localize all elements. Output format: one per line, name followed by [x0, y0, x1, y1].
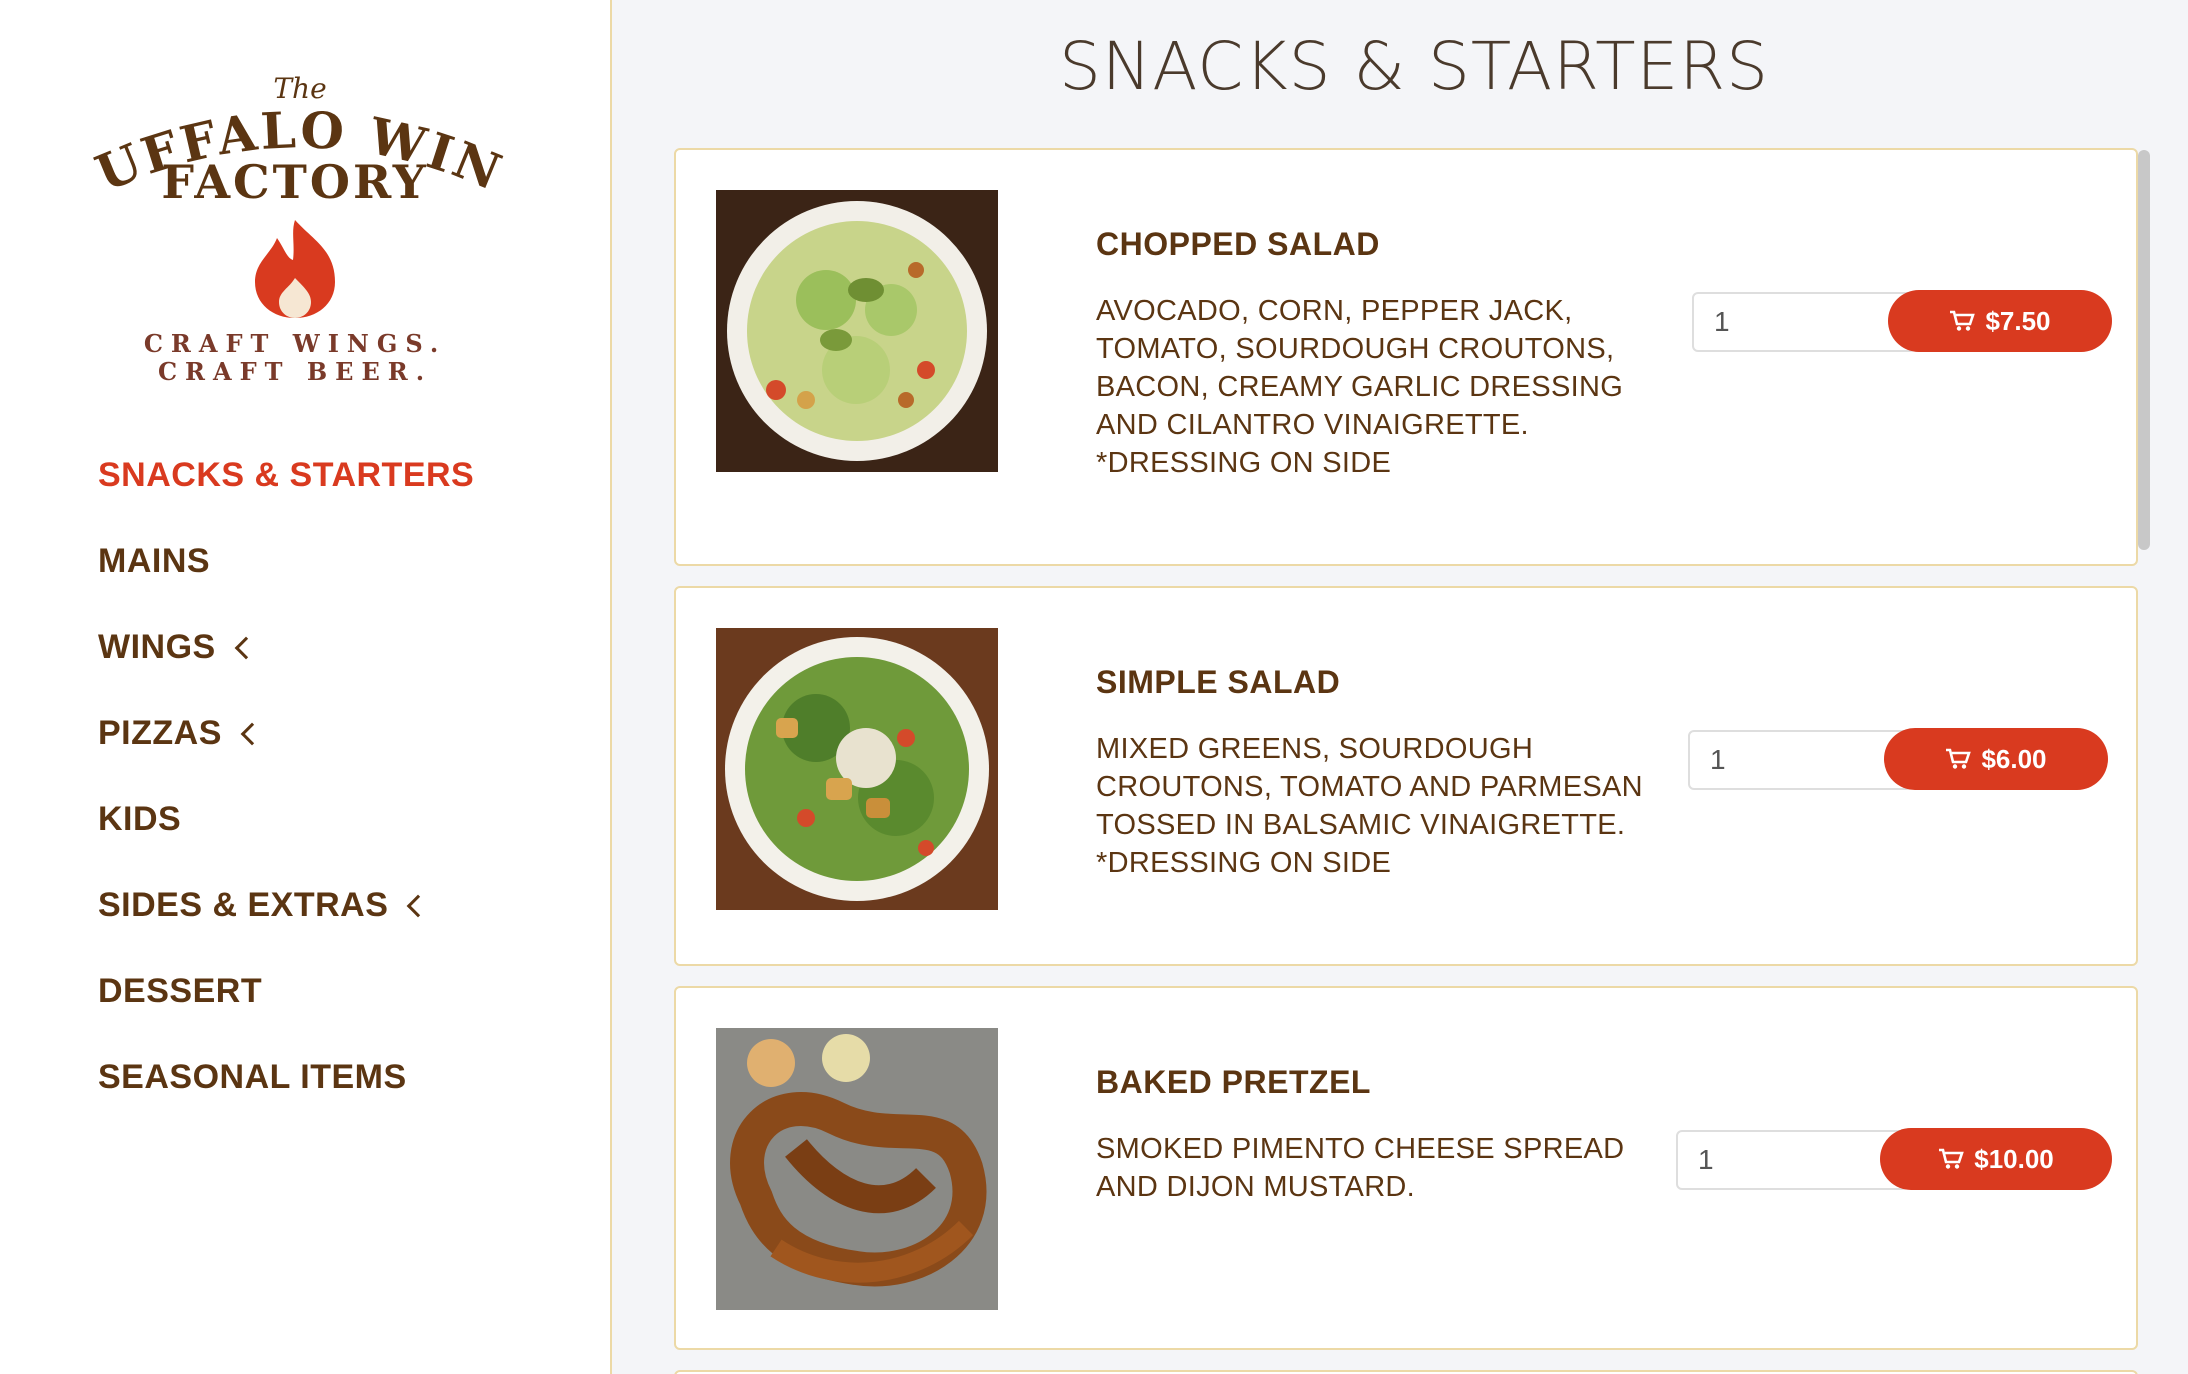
nav-item-dessert[interactable]: DESSERT	[98, 948, 474, 1034]
add-to-cart-button[interactable]: $10.00	[1880, 1128, 2112, 1190]
item-name: BAKED PRETZEL	[1096, 1064, 1371, 1100]
nav-item-kids[interactable]: KIDS	[98, 776, 474, 862]
add-to-cart-button[interactable]: $7.50	[1888, 290, 2112, 352]
chevron-left-icon[interactable]	[240, 722, 264, 746]
nav-label: MAINS	[98, 541, 211, 580]
description-line: SMOKED PIMENTO CHEESE SPREAD	[1096, 1133, 1625, 1165]
description-line: *DRESSING ON SIDE	[1096, 447, 1392, 479]
nav-label: KIDS	[98, 799, 182, 838]
cart-icon	[1946, 748, 1972, 769]
item-description: MIXED GREENS, SOURDOUGH CROUTONS, TOMATO…	[1096, 730, 1656, 882]
nav-label: SIDES & EXTRAS	[98, 885, 389, 924]
chopped-salad-photo[interactable]	[716, 190, 998, 472]
description-line: CROUTONS, TOMATO AND PARMESAN	[1096, 771, 1643, 803]
nav-item-mains[interactable]: MAINS	[98, 518, 474, 604]
sidebar: The BUFFALO WING FACTORY CRAFT WINGS. CR…	[0, 0, 612, 1374]
brand-logo[interactable]: The BUFFALO WING FACTORY CRAFT WINGS. CR…	[57, 13, 520, 390]
flame-icon	[255, 220, 335, 318]
description-line: BACON, CREAMY GARLIC DRESSING	[1096, 371, 1624, 403]
item-description: SMOKED PIMENTO CHEESE SPREAD AND DIJON M…	[1096, 1130, 1656, 1206]
nav-label: PIZZAS	[98, 713, 222, 752]
nav-label: WINGS	[98, 627, 216, 666]
quantity-input[interactable]: 1	[1688, 730, 1912, 790]
nav-item-snacks-starters[interactable]: SNACKS & STARTERS	[98, 432, 474, 518]
menu-item-card: CHOPPED SALAD AVOCADO, CORN, PEPPER JACK…	[674, 148, 2138, 566]
nav-item-seasonal-items[interactable]: SEASONAL ITEMS	[98, 1034, 474, 1120]
cart-icon	[1939, 1148, 1965, 1169]
description-line: AVOCADO, CORN, PEPPER JACK,	[1096, 295, 1573, 327]
item-name: SIMPLE SALAD	[1096, 664, 1341, 700]
price-label: $7.50	[1985, 305, 2051, 336]
category-nav: SNACKS & STARTERS MAINS WINGS PIZZAS KID…	[98, 432, 474, 1120]
item-name: CHOPPED SALAD	[1096, 226, 1380, 262]
page-title: SNACKS & STARTERS	[1059, 28, 1769, 105]
nav-item-sides-extras[interactable]: SIDES & EXTRAS	[98, 862, 474, 948]
price-label: $6.00	[1981, 743, 2047, 774]
description-line: AND DIJON MUSTARD.	[1096, 1171, 1416, 1203]
description-line: AND CILANTRO VINAIGRETTE.	[1096, 409, 1529, 441]
chevron-left-icon[interactable]	[234, 636, 258, 660]
logo-tagline1: CRAFT WINGS.	[144, 329, 446, 358]
logo-line2-text: FACTORY	[161, 155, 428, 209]
description-line: TOSSED IN BALSAMIC VINAIGRETTE.	[1096, 809, 1626, 841]
quantity-input[interactable]: 1	[1676, 1130, 1908, 1190]
add-to-cart-button[interactable]: $6.00	[1884, 728, 2108, 790]
menu-item-card: SIMPLE SALAD MIXED GREENS, SOURDOUGH CRO…	[674, 586, 2138, 966]
baked-pretzel-photo[interactable]	[716, 1028, 998, 1310]
description-line: TOMATO, SOURDOUGH CROUTONS,	[1096, 333, 1615, 365]
menu-item-card	[674, 1370, 2138, 1374]
chevron-left-icon[interactable]	[407, 894, 430, 918]
nav-item-wings[interactable]: WINGS	[98, 604, 474, 690]
description-line: *DRESSING ON SIDE	[1096, 847, 1392, 879]
description-line: MIXED GREENS, SOURDOUGH	[1096, 733, 1534, 765]
cart-icon	[1950, 310, 1976, 331]
price-label: $10.00	[1974, 1143, 2054, 1174]
scrollbar[interactable]	[2138, 150, 2150, 550]
menu-item-card: BAKED PRETZEL SMOKED PIMENTO CHEESE SPRE…	[674, 986, 2138, 1350]
nav-label: DESSERT	[98, 971, 263, 1010]
logo-the-text: The	[273, 72, 326, 105]
nav-label: SEASONAL ITEMS	[98, 1057, 407, 1096]
logo-tagline2: CRAFT BEER.	[158, 357, 432, 386]
simple-salad-photo[interactable]	[716, 628, 998, 910]
menu-content: SNACKS & STARTERS CHOPPED SALAD AVOCADO,…	[614, 0, 2188, 1374]
nav-item-pizzas[interactable]: PIZZAS	[98, 690, 474, 776]
quantity-input[interactable]: 1	[1692, 292, 1916, 352]
item-description: AVOCADO, CORN, PEPPER JACK, TOMATO, SOUR…	[1096, 292, 1656, 482]
nav-label: SNACKS & STARTERS	[98, 455, 475, 494]
